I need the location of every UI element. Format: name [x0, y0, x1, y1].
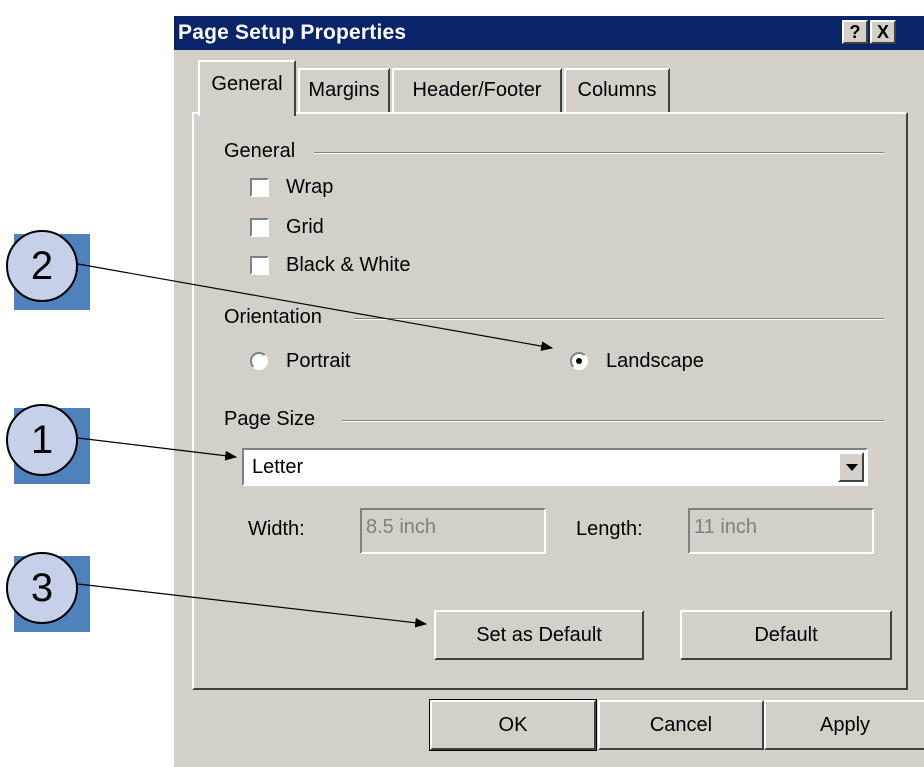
landscape-label: Landscape: [606, 350, 704, 372]
callout-1-circle: 1: [6, 404, 78, 476]
tab-columns[interactable]: Columns: [564, 68, 670, 112]
dropdown-arrow-glyph: [846, 464, 858, 471]
tab-general[interactable]: General: [198, 60, 296, 116]
black-white-label: Black & White: [286, 254, 411, 276]
callout-3-circle: 3: [6, 552, 78, 624]
wrap-label: Wrap: [286, 176, 334, 198]
close-button[interactable]: X: [870, 20, 896, 44]
orientation-group-label: Orientation: [224, 306, 332, 329]
tab-header-footer[interactable]: Header/Footer: [392, 68, 562, 112]
apply-button[interactable]: Apply: [764, 700, 924, 750]
width-label: Width:: [248, 518, 305, 540]
wrap-checkbox[interactable]: [250, 178, 269, 197]
length-label: Length:: [576, 518, 643, 540]
tab-margins[interactable]: Margins: [298, 68, 390, 112]
length-field: 11 inch: [688, 508, 874, 554]
ok-button[interactable]: OK: [429, 699, 597, 751]
page-size-select[interactable]: Letter: [242, 448, 868, 486]
grid-label: Grid: [286, 216, 324, 238]
chevron-down-icon[interactable]: [838, 452, 864, 482]
help-button[interactable]: ?: [842, 20, 868, 44]
title-bar[interactable]: Page Setup Properties ? X: [174, 16, 924, 50]
page-size-select-value: Letter: [252, 456, 304, 478]
general-group-divider: [314, 152, 884, 154]
dialog-title: Page Setup Properties: [178, 21, 407, 44]
page-size-group-divider: [342, 420, 884, 422]
landscape-radio[interactable]: [570, 352, 588, 370]
set-as-default-button[interactable]: Set as Default: [434, 610, 644, 660]
default-button[interactable]: Default: [680, 610, 892, 660]
cancel-button[interactable]: Cancel: [598, 700, 764, 750]
page-size-group-label: Page Size: [224, 408, 326, 431]
portrait-radio[interactable]: [250, 352, 268, 370]
general-tab-panel: General Wrap Grid Black & White Orientat…: [192, 112, 908, 690]
black-white-checkbox[interactable]: [250, 256, 269, 275]
grid-checkbox[interactable]: [250, 218, 269, 237]
width-field: 8.5 inch: [360, 508, 546, 554]
landscape-radio-dot: [576, 358, 582, 364]
page-setup-dialog: Page Setup Properties ? X General Margin…: [172, 14, 924, 767]
general-group-label: General: [224, 140, 306, 163]
orientation-group-divider: [354, 318, 884, 320]
portrait-label: Portrait: [286, 350, 351, 372]
callout-2-circle: 2: [6, 230, 78, 302]
